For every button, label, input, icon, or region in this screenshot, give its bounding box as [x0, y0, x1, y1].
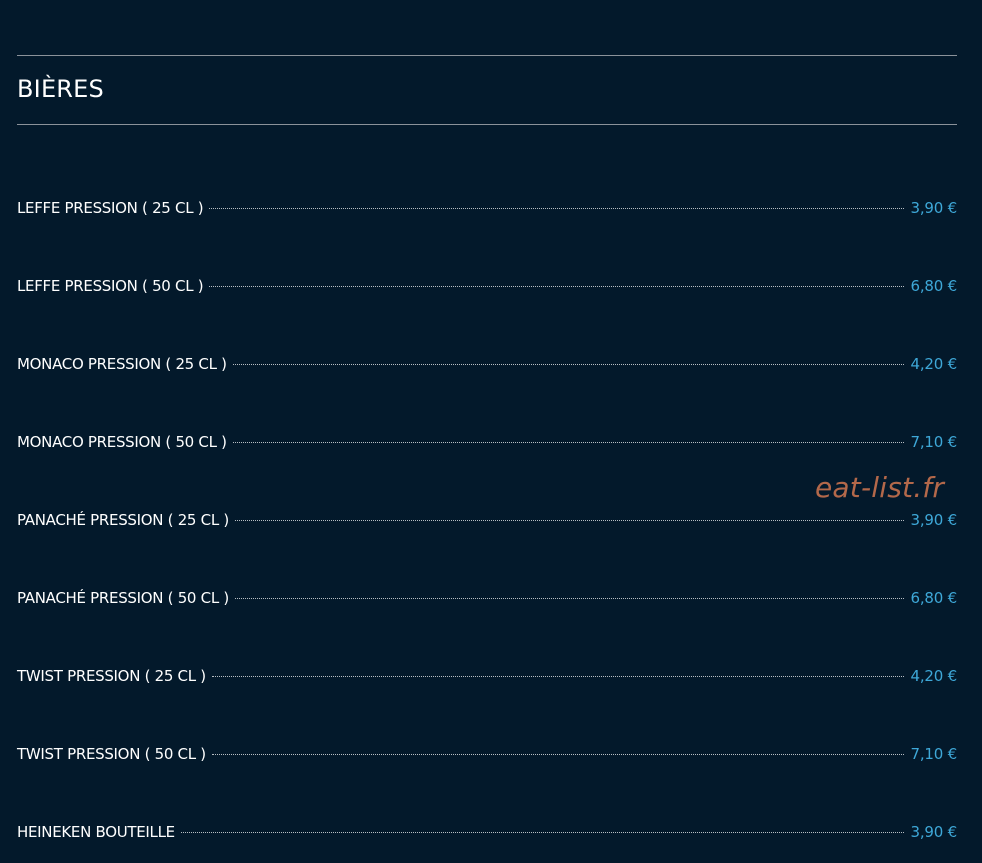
menu-item-name: LEFFE PRESSION ( 50 CL )	[17, 277, 204, 295]
dotted-leader	[232, 364, 905, 365]
menu-item: PANACHÉ PRESSION ( 50 CL ) 6,80 €	[17, 586, 957, 664]
dotted-leader	[211, 754, 905, 755]
menu-item-name: PANACHÉ PRESSION ( 25 CL )	[17, 511, 229, 529]
menu-item: LEFFE PRESSION ( 25 CL ) 3,90 €	[17, 196, 957, 274]
dotted-leader	[234, 520, 905, 521]
menu-item-name: MONACO PRESSION ( 25 CL )	[17, 355, 227, 373]
menu-item-price: 3,90 €	[910, 823, 957, 841]
menu-item-name: HEINEKEN BOUTEILLE	[17, 823, 175, 841]
menu-item-price: 3,90 €	[910, 511, 957, 529]
menu-item: TWIST PRESSION ( 50 CL ) 7,10 €	[17, 742, 957, 820]
dotted-leader	[232, 442, 905, 443]
dotted-leader	[234, 598, 905, 599]
menu-item-price: 6,80 €	[910, 589, 957, 607]
menu-item-name: TWIST PRESSION ( 50 CL )	[17, 745, 206, 763]
menu-item-name: TWIST PRESSION ( 25 CL )	[17, 667, 206, 685]
dotted-leader	[209, 286, 905, 287]
menu-item-price: 6,80 €	[910, 277, 957, 295]
menu-item: LEFFE PRESSION ( 50 CL ) 6,80 €	[17, 274, 957, 352]
menu-item: MONACO PRESSION ( 25 CL ) 4,20 €	[17, 352, 957, 430]
menu-item-name: PANACHÉ PRESSION ( 50 CL )	[17, 589, 229, 607]
menu-item-price: 7,10 €	[910, 433, 957, 451]
menu-item-price: 7,10 €	[910, 745, 957, 763]
dotted-leader	[180, 832, 905, 833]
watermark: eat-list.fr	[815, 471, 945, 504]
menu-item: HEINEKEN BOUTEILLE 3,90 €	[17, 820, 957, 863]
menu-item-price: 3,90 €	[910, 199, 957, 217]
menu-item-name: MONACO PRESSION ( 50 CL )	[17, 433, 227, 451]
menu-list: LEFFE PRESSION ( 25 CL ) 3,90 € LEFFE PR…	[17, 196, 957, 863]
menu-page: BIÈRES LEFFE PRESSION ( 25 CL ) 3,90 € L…	[0, 0, 982, 863]
dotted-leader	[211, 676, 905, 677]
menu-item: PANACHÉ PRESSION ( 25 CL ) 3,90 €	[17, 508, 957, 586]
section-title: BIÈRES	[17, 75, 104, 103]
menu-item-price: 4,20 €	[910, 355, 957, 373]
menu-item-name: LEFFE PRESSION ( 25 CL )	[17, 199, 204, 217]
section-top-divider	[17, 55, 957, 56]
menu-item: TWIST PRESSION ( 25 CL ) 4,20 €	[17, 664, 957, 742]
dotted-leader	[209, 208, 905, 209]
menu-item-price: 4,20 €	[910, 667, 957, 685]
section-bottom-divider	[17, 124, 957, 125]
